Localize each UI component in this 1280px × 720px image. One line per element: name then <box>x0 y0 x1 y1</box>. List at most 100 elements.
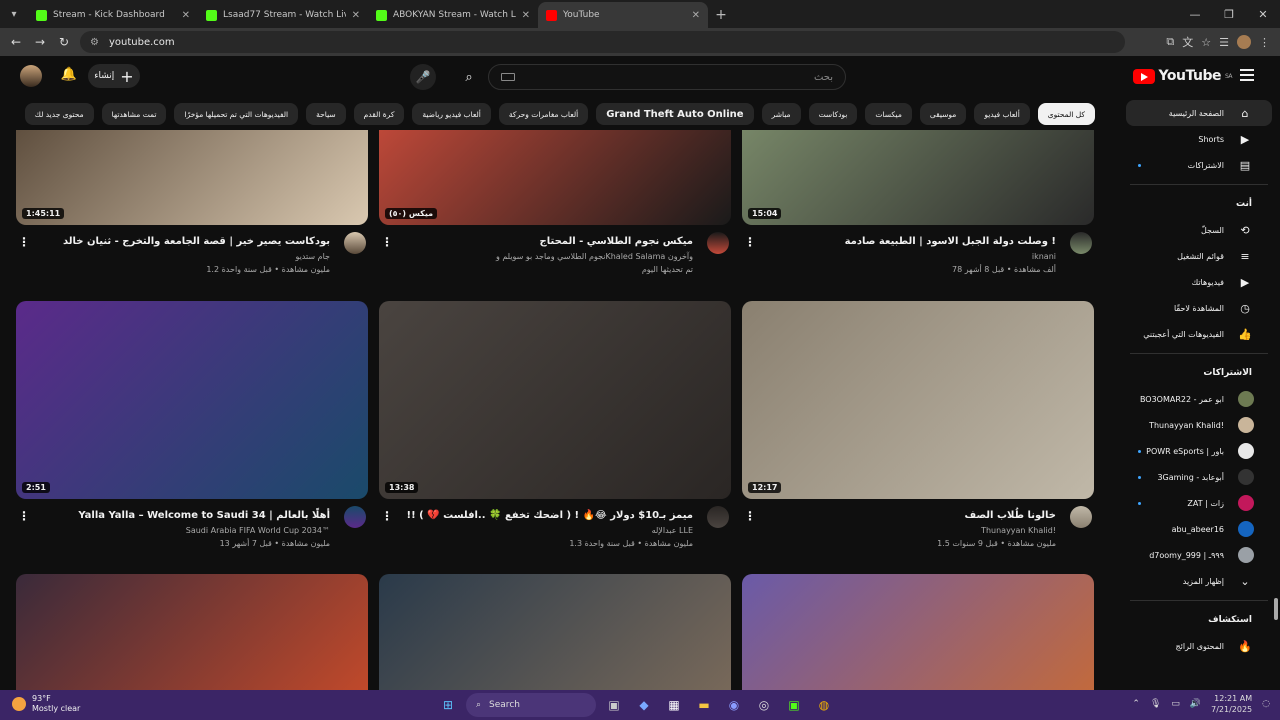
back-icon[interactable]: ← <box>4 35 28 49</box>
mic-tray-icon[interactable]: 🎙 <box>1150 699 1161 709</box>
close-tab-icon[interactable]: ✕ <box>352 10 360 21</box>
create-button[interactable]: إنشاء + <box>88 64 140 88</box>
site-info-icon[interactable]: ⚙ <box>90 37 99 48</box>
channel-avatar[interactable] <box>1070 506 1092 528</box>
sidebar-item[interactable]: المشاهدة لاحقًا ◷ <box>1118 295 1280 321</box>
video-thumbnail[interactable]: 13:38 <box>379 301 731 499</box>
url-field[interactable]: ⚙ youtube.com <box>80 31 1125 53</box>
browser-menu-icon[interactable]: ⋮ <box>1259 36 1270 49</box>
sidebar-item[interactable]: قوائم التشغيل ≡ <box>1118 243 1280 269</box>
video-thumbnail[interactable] <box>742 574 1094 690</box>
more-actions-icon[interactable]: ⋮ <box>381 509 393 523</box>
video-title[interactable]: وصلت دولة الجبل الاسود | الطبيعة صادمة ! <box>845 236 1056 247</box>
copilot-icon[interactable]: ◆ <box>632 693 656 717</box>
sidebar-item[interactable]: فيديوهاتك ▶ <box>1118 269 1280 295</box>
close-tab-icon[interactable]: ✕ <box>692 10 700 21</box>
channel-name[interactable]: نجوم الطلاسي وماجد بو سويلم وKhaled Sala… <box>496 252 693 261</box>
file-explorer-icon[interactable]: ▬ <box>692 693 716 717</box>
video-title[interactable]: Yalla Yalla – Welcome to Saudi 34 | أهلً… <box>78 510 330 521</box>
channel-name[interactable]: iknani <box>1032 252 1056 261</box>
forward-icon[interactable]: → <box>28 35 52 49</box>
filter-chip[interactable]: كرة القدم <box>353 103 405 125</box>
sidebar-item[interactable]: d7oomy_999 | ٩٩٩ـ <box>1118 542 1280 568</box>
sidebar-item[interactable]: BO3OMAR22 - ابو عمر <box>1118 386 1280 412</box>
tab-search-icon[interactable]: ▾ <box>0 0 28 28</box>
volume-icon[interactable]: 🔊 <box>1190 699 1201 709</box>
obs-icon[interactable]: ◎ <box>752 693 776 717</box>
reading-list-icon[interactable]: ☰ <box>1219 36 1229 49</box>
video-thumbnail[interactable] <box>379 574 731 690</box>
browser-tab[interactable]: Lsaad77 Stream - Watch Live on ✕ <box>198 2 368 28</box>
filter-chip[interactable]: كل المحتوى <box>1037 103 1095 125</box>
search-button-icon[interactable]: ⌕ <box>454 64 484 90</box>
more-actions-icon[interactable]: ⋮ <box>18 509 30 523</box>
channel-name[interactable]: عبدالإله LLE <box>652 526 693 535</box>
sidebar-item[interactable]: Shorts ▶ <box>1118 126 1280 152</box>
keyboard-icon[interactable] <box>501 73 515 81</box>
video-title[interactable]: ميكس نجوم الطلاسي - المحتاج <box>540 236 693 247</box>
video-thumbnail[interactable]: 12:17 <box>742 301 1094 499</box>
reload-icon[interactable]: ↻ <box>52 35 76 49</box>
sidebar-scrollbar[interactable] <box>1274 598 1278 620</box>
sidebar-item[interactable]: المحتوى الرائج 🔥 <box>1118 633 1280 659</box>
account-avatar[interactable] <box>20 65 42 87</box>
sidebar-section-title[interactable]: الاشتراكات <box>1118 360 1280 386</box>
task-view-icon[interactable]: ▣ <box>602 693 626 717</box>
sidebar-item[interactable]: الاشتراكات ▤ <box>1118 152 1280 178</box>
channel-name[interactable]: Saudi Arabia FIFA World Cup 2034™ <box>186 526 330 535</box>
store-icon[interactable]: ▦ <box>662 693 686 717</box>
notifications-icon[interactable]: ◌ <box>1262 699 1270 709</box>
translate-icon[interactable]: 文 <box>1182 34 1193 50</box>
voice-search-mic-icon[interactable]: 🎤 <box>410 64 436 90</box>
sidebar-item[interactable]: POWR eSports | باور <box>1118 438 1280 464</box>
more-actions-icon[interactable]: ⋮ <box>18 235 30 249</box>
close-window-icon[interactable]: ✕ <box>1246 0 1280 28</box>
notifications-bell-icon[interactable]: 🔔 <box>60 67 78 85</box>
youtube-logo[interactable]: YouTube SA <box>1132 68 1233 84</box>
more-actions-icon[interactable]: ⋮ <box>744 509 756 523</box>
filter-chip[interactable]: Grand Theft Auto Online <box>596 103 754 125</box>
video-thumbnail[interactable]: 2:51 <box>16 301 368 499</box>
video-thumbnail[interactable] <box>16 574 368 690</box>
sidebar-section-title[interactable]: استكشاف <box>1118 607 1280 633</box>
filter-chip[interactable]: ميكسات <box>865 103 912 125</box>
clock[interactable]: 12:21 AM 7/21/2025 <box>1211 693 1252 715</box>
install-icon[interactable]: ⧉ <box>1166 35 1174 49</box>
discord-icon[interactable]: ◉ <box>722 693 746 717</box>
filter-chip[interactable]: سياحة <box>306 103 346 125</box>
filter-chip[interactable]: تمت مشاهدتها <box>101 103 167 125</box>
new-tab-button[interactable]: + <box>708 2 734 28</box>
sidebar-item[interactable]: ZAT | زات <box>1118 490 1280 516</box>
channel-avatar[interactable] <box>707 232 729 254</box>
video-thumbnail[interactable]: ميكس (٥٠) <box>379 130 731 225</box>
browser-tab[interactable]: Stream - Kick Dashboard ✕ <box>28 2 198 28</box>
sidebar-item[interactable]: abu_abeer16 <box>1118 516 1280 542</box>
sidebar-section-title[interactable]: أنت <box>1118 191 1280 217</box>
filter-chip[interactable]: بودكاست <box>808 103 858 125</box>
filter-chip[interactable]: موسيقى <box>919 103 967 125</box>
search-input[interactable]: بحث <box>488 64 846 90</box>
sidebar-item[interactable]: الصفحة الرئيسية ⌂ <box>1126 100 1272 126</box>
profile-avatar[interactable] <box>1237 35 1251 49</box>
close-tab-icon[interactable]: ✕ <box>182 10 190 21</box>
channel-avatar[interactable] <box>344 232 366 254</box>
more-actions-icon[interactable]: ⋮ <box>744 235 756 249</box>
browser-tab[interactable]: YouTube ✕ <box>538 2 708 28</box>
filter-chip[interactable]: مباشر <box>761 103 801 125</box>
channel-avatar[interactable] <box>344 506 366 528</box>
video-title[interactable]: بودكاست يصير خير | قصة الجامعة والتخرج -… <box>63 236 330 247</box>
weather-widget[interactable]: 93°F Mostly clear <box>12 694 80 714</box>
minimize-icon[interactable]: — <box>1178 0 1212 28</box>
channel-avatar[interactable] <box>707 506 729 528</box>
sidebar-item[interactable]: الفيديوهات التي أعجبتني 👍 <box>1118 321 1280 347</box>
video-title[interactable]: خالونا طُلاب الصف <box>965 510 1056 521</box>
channel-name[interactable]: جام ستديو <box>295 252 330 261</box>
windows-start-icon[interactable]: ⊞ <box>436 693 460 717</box>
bookmark-star-icon[interactable]: ☆ <box>1201 36 1211 49</box>
filter-chip[interactable]: ألعاب فيديو رياضية <box>412 103 491 125</box>
filter-chip[interactable]: محتوى جديد لك <box>24 103 94 125</box>
filter-chip[interactable]: الفيديوهات التي تم تحميلها مؤخرًا <box>174 103 299 125</box>
close-tab-icon[interactable]: ✕ <box>522 10 530 21</box>
chrome-icon[interactable]: ◍ <box>812 693 836 717</box>
sidebar-item[interactable]: Thunayyan Khalid! <box>1118 412 1280 438</box>
